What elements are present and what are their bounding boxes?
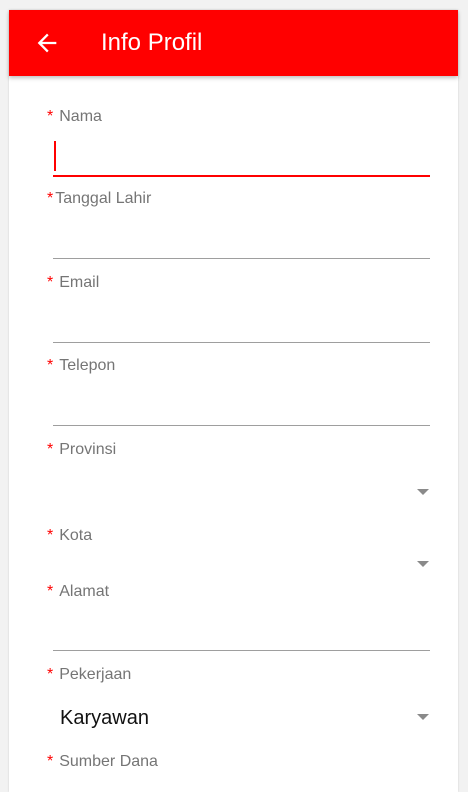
required-star: * — [47, 108, 54, 125]
nama-label: * Nama — [47, 108, 102, 126]
nama-input[interactable] — [53, 142, 434, 174]
sumber-dana-label: * Sumber Dana — [47, 753, 158, 771]
app-bar: Info Profil — [9, 10, 458, 76]
back-arrow-icon[interactable] — [33, 29, 61, 57]
provinsi-select[interactable] — [53, 472, 438, 508]
text-cursor — [54, 141, 56, 171]
required-star: * — [47, 527, 54, 544]
nama-label-text: Nama — [59, 108, 102, 125]
telepon-label-text: Telepon — [59, 357, 116, 374]
tanggal-lahir-underline — [53, 258, 430, 259]
kota-label: * Kota — [47, 527, 92, 545]
alamat-label: * Alamat — [47, 583, 109, 601]
dropdown-arrow-icon — [417, 714, 429, 720]
email-underline — [53, 342, 430, 343]
pekerjaan-select[interactable]: Karyawan — [53, 700, 438, 736]
kota-label-text: Kota — [59, 527, 93, 544]
email-label: * Email — [47, 274, 99, 292]
tanggal-lahir-label: * Tanggal Lahir — [47, 190, 151, 208]
email-label-text: Email — [59, 274, 100, 291]
required-star: * — [47, 357, 54, 374]
telepon-underline — [53, 425, 430, 426]
tanggal-lahir-label-text: Tanggal Lahir — [55, 190, 152, 207]
required-star: * — [47, 583, 54, 600]
alamat-underline — [53, 650, 430, 651]
pekerjaan-label-text: Pekerjaan — [59, 666, 132, 683]
telepon-label: * Telepon — [47, 357, 115, 375]
provinsi-label-text: Provinsi — [59, 441, 117, 458]
sumber-dana-label-text: Sumber Dana — [59, 753, 158, 770]
required-star: * — [47, 274, 54, 291]
email-input[interactable] — [53, 308, 434, 340]
alamat-input[interactable] — [53, 617, 434, 649]
required-star: * — [47, 666, 54, 683]
pekerjaan-selected-value: Karyawan — [60, 707, 149, 729]
alamat-label-text: Alamat — [59, 583, 110, 600]
tanggal-lahir-input[interactable] — [53, 224, 434, 256]
kota-select[interactable] — [53, 548, 438, 578]
nama-underline — [53, 175, 430, 177]
telepon-input[interactable] — [53, 391, 434, 423]
required-star: * — [47, 753, 54, 770]
page-title: Info Profil — [101, 29, 203, 56]
dropdown-arrow-icon — [417, 561, 429, 567]
dropdown-arrow-icon — [417, 489, 429, 495]
required-star: * — [47, 441, 54, 458]
pekerjaan-label: * Pekerjaan — [47, 666, 131, 684]
provinsi-label: * Provinsi — [47, 441, 116, 459]
required-star: * — [47, 190, 54, 207]
